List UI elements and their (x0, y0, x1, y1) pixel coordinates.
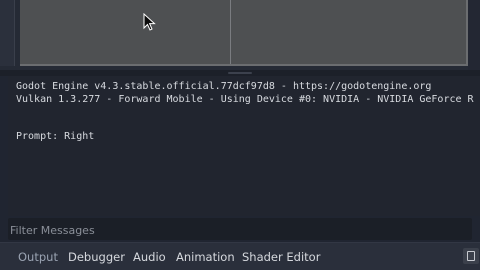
godot-editor-window: Godot Engine v4.3.stable.official.77dcf9… (0, 0, 480, 270)
tab-animation[interactable]: Animation (176, 250, 235, 264)
output-line: Vulkan 1.3.277 - Forward Mobile - Using … (16, 94, 474, 105)
pin-panel-button[interactable] (463, 248, 479, 264)
output-line: Godot Engine v4.3.stable.official.77dcf9… (16, 81, 432, 92)
vertical-ruler (0, 0, 15, 66)
output-log-panel: Godot Engine v4.3.stable.official.77dcf9… (8, 76, 480, 216)
tab-audio[interactable]: Audio (133, 250, 166, 264)
pin-icon (467, 251, 475, 261)
filter-messages-input[interactable] (10, 222, 466, 238)
mouse-pointer-icon (143, 13, 156, 31)
output-line: Prompt: Right (16, 131, 95, 142)
viewport-axis-line (230, 0, 231, 64)
tab-debugger[interactable]: Debugger (68, 250, 125, 264)
editor-viewport-area (0, 0, 480, 72)
tab-output[interactable]: Output (18, 250, 58, 264)
bottom-panel-tabs: Output Debugger Audio Animation Shader E… (0, 242, 480, 270)
splitter-grip[interactable] (228, 72, 252, 74)
tab-shader-editor[interactable]: Shader Editor (242, 250, 320, 264)
scene-viewport[interactable] (20, 0, 468, 66)
viewport-scrollbar[interactable] (468, 0, 480, 70)
